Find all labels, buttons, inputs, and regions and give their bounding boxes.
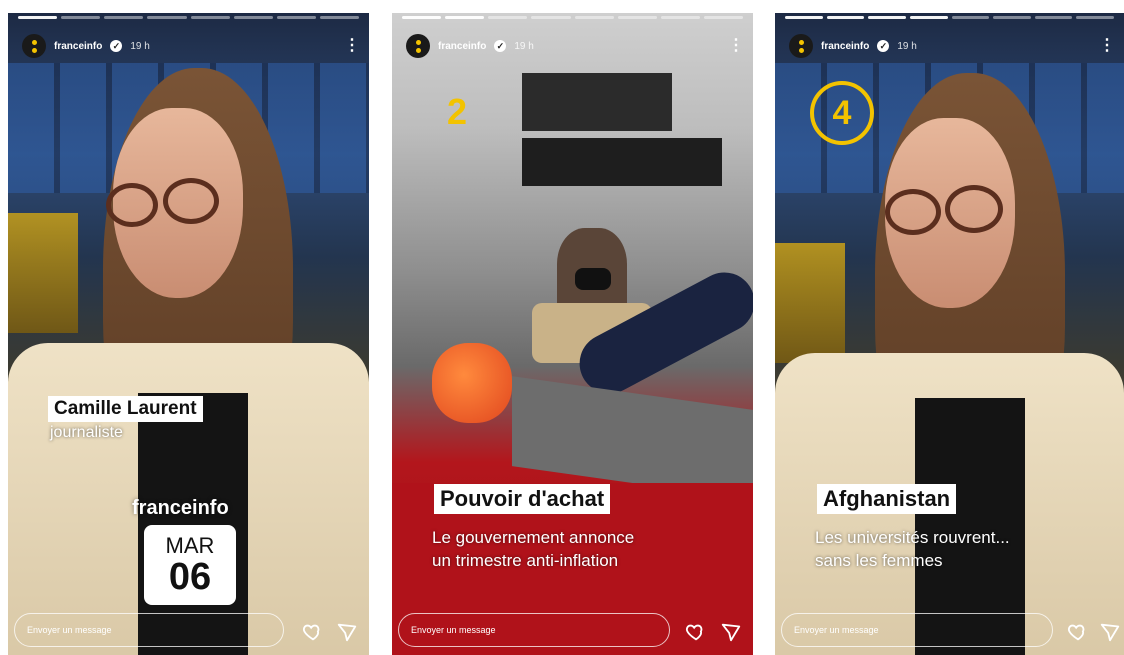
cashier-mask bbox=[575, 268, 611, 290]
story-card-3[interactable]: franceinfo ✓ 19 h ⋮ 4 Afghanistan Les un… bbox=[775, 13, 1124, 655]
story-card-1[interactable]: franceinfo ✓ 19 h ⋮ Camille Laurent jour… bbox=[8, 13, 369, 655]
franceinfo-brand: franceinfo bbox=[132, 497, 229, 519]
send-icon[interactable] bbox=[1099, 621, 1121, 643]
date-day: 06 bbox=[168, 556, 212, 598]
story-progress bbox=[18, 16, 359, 19]
more-options-icon[interactable]: ⋮ bbox=[1099, 38, 1115, 54]
story-headline: Pouvoir d'achat bbox=[434, 484, 611, 514]
story-header: franceinfo ✓ 19 h ⋮ bbox=[789, 33, 1115, 59]
reply-input[interactable]: Envoyer un message bbox=[398, 613, 670, 647]
presenter-role: journaliste bbox=[50, 424, 123, 441]
story-subline-1: Les universités rouvrent... bbox=[815, 528, 1010, 547]
presenter-name: Camille Laurent bbox=[48, 396, 203, 422]
send-icon[interactable] bbox=[720, 621, 742, 643]
story-subline-1: Le gouvernement annonce bbox=[432, 528, 635, 547]
story-header: franceinfo ✓ 19 h ⋮ bbox=[406, 33, 744, 59]
post-time: 19 h bbox=[897, 40, 917, 52]
account-name[interactable]: franceinfo bbox=[821, 41, 869, 52]
date-box: MAR 06 bbox=[144, 525, 236, 605]
post-time: 19 h bbox=[130, 40, 150, 52]
story-headline: Afghanistan bbox=[817, 484, 957, 514]
more-options-icon[interactable]: ⋮ bbox=[344, 38, 360, 54]
story-progress bbox=[402, 16, 743, 19]
franceinfo-avatar[interactable] bbox=[406, 34, 430, 58]
verified-badge-icon: ✓ bbox=[494, 40, 507, 52]
story-subline-2: un trimestre anti-inflation bbox=[432, 551, 619, 570]
story-header: franceinfo ✓ 19 h ⋮ bbox=[22, 33, 360, 59]
story-number-badge: 4 bbox=[810, 81, 874, 145]
story-card-2[interactable]: franceinfo ✓ 19 h ⋮ 2 Pouvoir d'achat Le… bbox=[392, 13, 753, 655]
store-chalkboard bbox=[522, 73, 672, 131]
heart-icon[interactable] bbox=[302, 621, 324, 643]
account-name[interactable]: franceinfo bbox=[54, 41, 102, 52]
story-progress bbox=[785, 16, 1114, 19]
franceinfo-avatar[interactable] bbox=[789, 34, 813, 58]
heart-icon[interactable] bbox=[685, 621, 707, 643]
more-options-icon[interactable]: ⋮ bbox=[728, 38, 744, 54]
reply-input[interactable]: Envoyer un message bbox=[14, 613, 284, 647]
post-time: 19 h bbox=[514, 40, 534, 52]
store-sign bbox=[522, 138, 722, 186]
story-number-badge: 2 bbox=[447, 91, 468, 132]
account-name[interactable]: franceinfo bbox=[438, 41, 486, 52]
oranges-bag bbox=[432, 343, 512, 423]
verified-badge-icon: ✓ bbox=[877, 40, 890, 52]
send-icon[interactable] bbox=[336, 621, 358, 643]
story-subline-2: sans les femmes bbox=[815, 551, 943, 570]
reply-input[interactable]: Envoyer un message bbox=[781, 613, 1053, 647]
franceinfo-avatar[interactable] bbox=[22, 34, 46, 58]
verified-badge-icon: ✓ bbox=[110, 40, 123, 52]
heart-icon[interactable] bbox=[1067, 621, 1089, 643]
